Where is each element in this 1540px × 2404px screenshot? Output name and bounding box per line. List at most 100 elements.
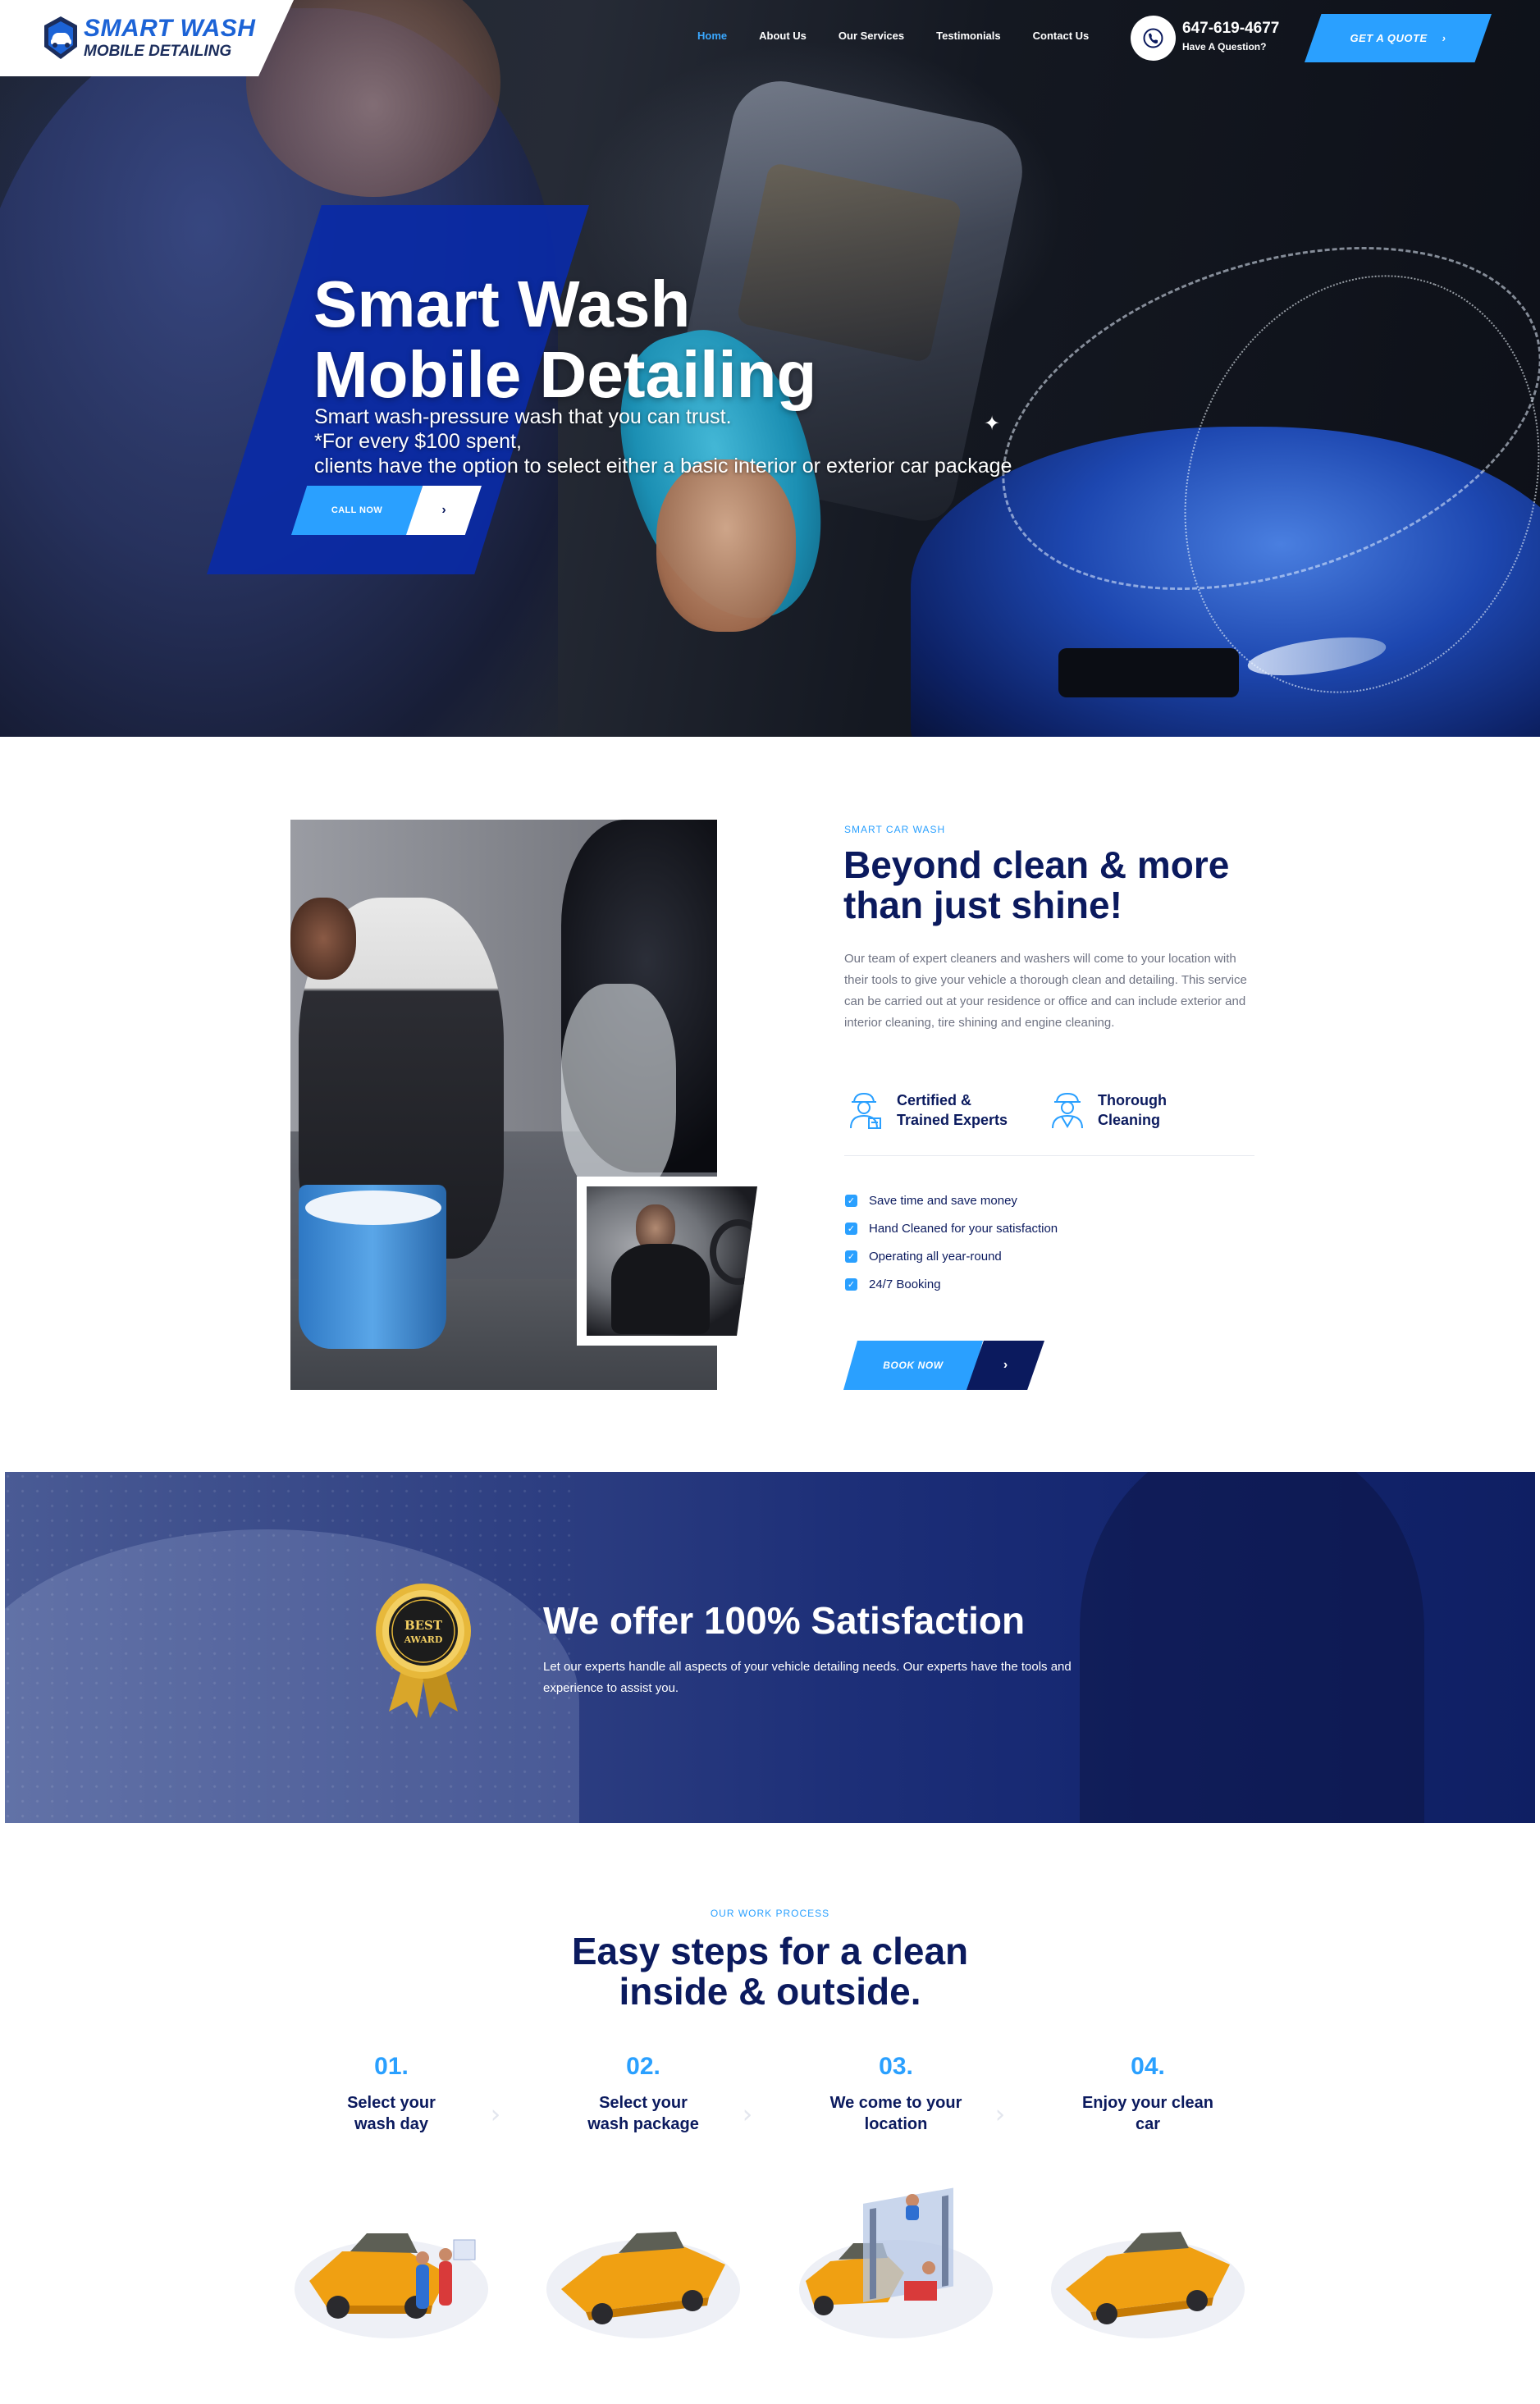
step-label-line2: wash package: [587, 2115, 699, 2133]
chevron-right-icon: ›: [1442, 32, 1446, 44]
cleaner-icon: [1052, 1092, 1083, 1129]
step-number: 04.: [1131, 2053, 1165, 2080]
step-number: 03.: [879, 2053, 913, 2080]
logo[interactable]: SMART WASH MOBILE DETAILING: [0, 0, 294, 76]
phone-number[interactable]: 647-619-4677: [1182, 20, 1279, 38]
step-label: We come to your location: [797, 2092, 994, 2135]
list-item: ✓ Operating all year-round: [845, 1242, 1058, 1270]
steering-wheel: [710, 1219, 757, 1285]
hero-text-line2: *For every $100 spent,: [314, 430, 522, 453]
process-step-1: 01. Select your wash day: [293, 2053, 490, 2135]
checkbox-icon: ✓: [845, 1222, 857, 1235]
banner-title: We offer 100% Satisfaction: [543, 1599, 1026, 1642]
divider: [844, 1155, 1254, 1156]
process-eyebrow: OUR WORK PROCESS: [710, 1908, 830, 1919]
checkbox-icon: ✓: [845, 1194, 857, 1207]
book-now-label[interactable]: BOOK NOW: [843, 1341, 983, 1390]
logo-subtitle: MOBILE DETAILING: [84, 43, 232, 60]
benefits-list: ✓ Save time and save money ✓ Hand Cleane…: [845, 1186, 1058, 1298]
list-item-text: Hand Cleaned for your satisfaction: [869, 1221, 1058, 1236]
step-label-line1: Enjoy your clean: [1081, 2094, 1214, 2112]
step-label-line2: wash day: [354, 2115, 429, 2133]
step-label-line1: Select your: [347, 2094, 436, 2112]
feature-thorough-line1: Thorough: [1098, 1092, 1167, 1108]
inset-person-body: [611, 1244, 710, 1334]
phone-caption: Have A Question?: [1182, 41, 1267, 53]
phone-support-icon: [1143, 28, 1163, 48]
inset-image: [587, 1186, 757, 1336]
car-package-illustration: [546, 2232, 740, 2338]
feature-thorough-label: Thorough Cleaning: [1098, 1090, 1167, 1130]
about-eyebrow: SMART CAR WASH: [844, 824, 946, 835]
about-inset-photo: [577, 1177, 767, 1346]
feature-certified-line1: Certified &: [897, 1092, 972, 1108]
feature-thorough: Thorough Cleaning: [1049, 1089, 1167, 1131]
nav-contact-us[interactable]: Contact Us: [1033, 30, 1090, 42]
hero-title-line2: Mobile Detailing: [313, 338, 817, 411]
step-label-line1: We come to your: [829, 2094, 962, 2112]
step-number: 01.: [374, 2053, 409, 2080]
clean-car-illustration: [1051, 2232, 1245, 2338]
get-a-quote-label: GET A QUOTE: [1350, 32, 1428, 44]
feature-certified-line2: Trained Experts: [897, 1112, 1008, 1128]
banner-person-silhouette: [1080, 1472, 1424, 1823]
step-label-line1: Select your: [599, 2094, 688, 2112]
nav-about-us[interactable]: About Us: [759, 30, 807, 42]
about-title-line2: than just shine!: [843, 884, 1122, 926]
process-step-3: 03. We come to your location: [797, 2053, 994, 2135]
nav-our-services[interactable]: Our Services: [839, 30, 904, 42]
step-label: Select your wash package: [545, 2092, 742, 2135]
site-header: SMART WASH MOBILE DETAILING Home About U…: [0, 0, 1540, 76]
hero-section: ✦ Smart Wash Mobile Detailing Smart wash…: [0, 0, 1540, 737]
step-label: Enjoy your clean car: [1049, 2092, 1246, 2135]
process-title: Easy steps for a clean inside & outside.: [0, 1931, 1540, 2012]
about-description: Our team of expert cleaners and washers …: [844, 952, 1247, 1030]
satisfaction-banner: [5, 1472, 1535, 1823]
call-now-button[interactable]: CALL NOW ›: [291, 486, 482, 535]
list-item-text: Operating all year-round: [869, 1249, 1002, 1264]
list-item: ✓ Hand Cleaned for your satisfaction: [845, 1214, 1058, 1242]
nav-home[interactable]: Home: [697, 30, 727, 42]
step-label-line2: car: [1135, 2115, 1161, 2133]
step-number: 02.: [626, 2053, 660, 2080]
hero-description: Smart wash-pressure wash that you can tr…: [314, 404, 1012, 478]
phone-button[interactable]: [1131, 16, 1176, 61]
about-title-line1: Beyond clean & more: [843, 843, 1230, 886]
process-step-2: 02. Select your wash package: [545, 2053, 742, 2135]
get-a-quote-button[interactable]: GET A QUOTE ›: [1305, 14, 1492, 62]
photo-foam: [561, 984, 676, 1197]
mobile-wash-illustration: [799, 2187, 993, 2338]
hero-title: Smart Wash Mobile Detailing: [313, 269, 816, 410]
photo-washer-head: [290, 898, 356, 980]
photo-bucket-foam: [305, 1191, 441, 1225]
hero-text-line3: clients have the option to select either…: [314, 455, 1012, 478]
list-item-text: 24/7 Booking: [869, 1277, 941, 1291]
car-badge-icon: [44, 16, 77, 59]
badge-text-best: BEST: [404, 1618, 443, 1633]
step-label: Select your wash day: [293, 2092, 490, 2135]
process-title-line1: Easy steps for a clean: [571, 1930, 969, 1972]
best-award-badge-icon: BEST AWARD: [376, 1584, 471, 1718]
badge-text-award: AWARD: [404, 1634, 443, 1645]
car-calendar-illustration: [295, 2233, 488, 2338]
hero-car-grille: [1058, 648, 1239, 697]
step-label-line2: location: [864, 2115, 928, 2133]
call-now-label[interactable]: CALL NOW: [291, 486, 423, 535]
hero-text-line1: Smart wash-pressure wash that you can tr…: [314, 405, 732, 428]
list-item-text: Save time and save money: [869, 1193, 1017, 1208]
hero-hand: [656, 459, 796, 632]
logo-title: SMART WASH: [84, 15, 256, 42]
main-nav: Home About Us Our Services Testimonials …: [697, 30, 1121, 42]
feature-thorough-line2: Cleaning: [1098, 1112, 1161, 1128]
book-now-button[interactable]: BOOK NOW ›: [843, 1341, 1044, 1390]
worker-icon: [850, 1092, 881, 1129]
process-title-line2: inside & outside.: [619, 1970, 921, 2013]
feature-certified-label: Certified & Trained Experts: [897, 1090, 1008, 1130]
list-item: ✓ 24/7 Booking: [845, 1270, 1058, 1298]
nav-testimonials[interactable]: Testimonials: [936, 30, 1001, 42]
banner-water-drops: [5, 1472, 579, 1823]
checkbox-icon: ✓: [845, 1277, 857, 1291]
feature-certified: Certified & Trained Experts: [844, 1089, 1008, 1131]
hero-title-line1: Smart Wash: [313, 267, 691, 340]
about-title: Beyond clean & more than just shine!: [843, 845, 1229, 925]
